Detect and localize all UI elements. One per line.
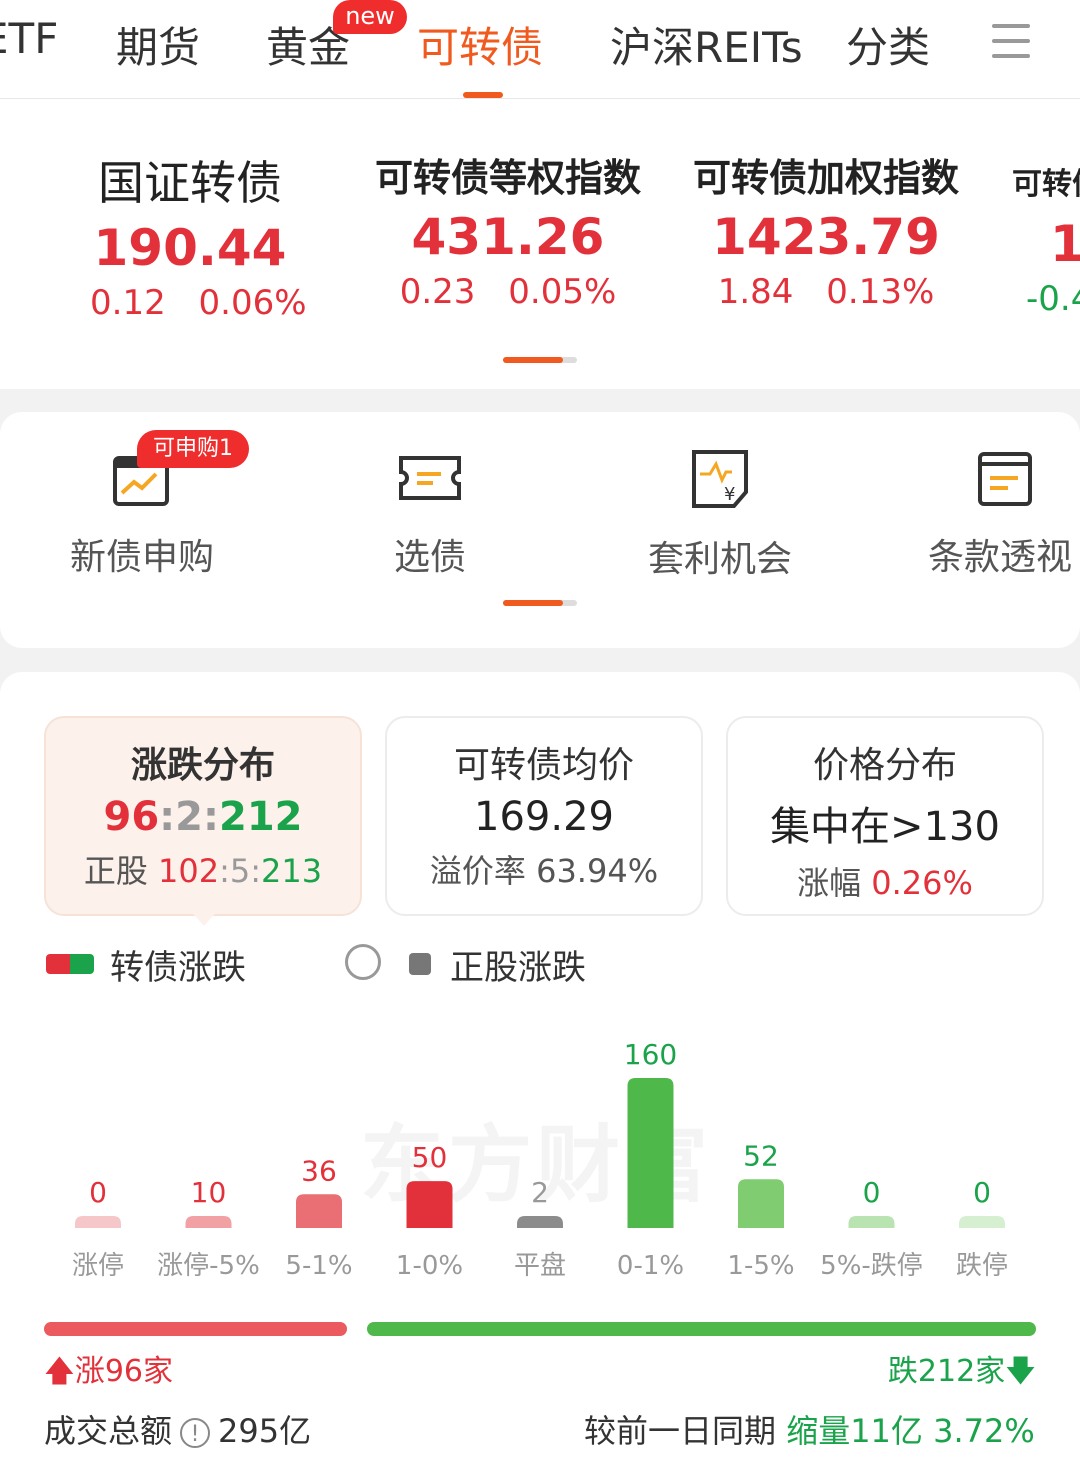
index-item[interactable]: 国证转债 190.44 0.12 0.06% — [90, 147, 307, 323]
category-label: 5%-跌停 — [820, 1251, 923, 1281]
menu-icon[interactable] — [992, 24, 1030, 64]
tool-label: 选债 — [393, 537, 466, 578]
category-label: 5-1% — [285, 1251, 352, 1281]
category-label: 跌停 — [956, 1251, 1008, 1281]
active-stat-pointer — [190, 910, 218, 926]
bar-value-label: 52 — [743, 1139, 779, 1172]
bar-value-label: 0 — [973, 1176, 991, 1209]
tab-futures[interactable]: 期货 — [116, 14, 200, 75]
stat-price-distribution[interactable]: 价格分布 集中在>130 涨幅 0.26% — [726, 716, 1044, 916]
index-value: 1423.79 — [712, 208, 940, 266]
stat-ratio: 96:2:212 — [103, 794, 303, 840]
stock-toggle-radio[interactable] — [345, 944, 381, 980]
distribution-bar-chart: 0 涨停 10 涨停-5% 36 5-1% 50 1-0% 2 平盘 160 0-1% 52 1-5% 0 5… — [72, 1038, 1008, 1281]
bar-5 — [627, 1078, 674, 1228]
index-change: -0.4 — [1026, 279, 1080, 319]
active-tab-indicator — [463, 92, 503, 98]
bar-7 — [848, 1216, 895, 1228]
index-name: 可转债等权指数 — [374, 156, 641, 200]
stat-title: 可转债均价 — [453, 745, 634, 786]
index-name: 可转债 — [1012, 167, 1080, 202]
up-count: 🡅涨96家 — [44, 1354, 174, 1389]
market-tabs: ETF 期货 黄金 new 可转债 沪深REITs 分类 — [0, 0, 1080, 99]
volume-summary: 成交总额! 295亿 — [44, 1412, 312, 1450]
stat-value: 169.29 — [474, 794, 614, 840]
tool-label: 条款透视 — [928, 537, 1073, 578]
bar-value-label: 160 — [624, 1038, 677, 1071]
tab-reits[interactable]: 沪深REITs — [610, 14, 803, 75]
bar-1 — [185, 1216, 232, 1228]
index-change: 1.84 0.13% — [717, 272, 935, 312]
arrow-up-icon: 🡅 — [44, 1354, 75, 1389]
up-ratio-bar — [44, 1322, 347, 1336]
category-label: 平盘 — [514, 1251, 566, 1281]
category-label: 涨停-5% — [157, 1251, 260, 1281]
stat-title: 涨跌分布 — [130, 745, 275, 786]
index-pager — [503, 357, 577, 363]
bar-2 — [296, 1194, 342, 1228]
down-ratio-bar — [367, 1322, 1036, 1336]
apply-badge: 可申购1 — [137, 430, 249, 468]
stat-title: 价格分布 — [812, 745, 957, 786]
index-card: 国证转债 190.44 0.12 0.06% 可转债等权指数 431.26 0.… — [0, 99, 1080, 389]
svg-text:¥: ¥ — [724, 484, 735, 505]
bar-value-label: 10 — [191, 1176, 227, 1209]
stat-stock-ratio: 正股 102:5:213 — [83, 852, 323, 890]
bar-value-label: 0 — [89, 1176, 107, 1209]
tool-clause[interactable]: 条款透视 — [928, 448, 1080, 580]
tool-label: 套利机会 — [647, 539, 792, 580]
index-value: 431.26 — [411, 208, 605, 266]
bar-value-label: 2 — [531, 1176, 549, 1209]
bar-4 — [517, 1216, 563, 1228]
index-name: 可转债加权指数 — [692, 156, 959, 200]
ticket-icon — [399, 456, 461, 500]
index-name: 国证转债 — [98, 156, 282, 210]
index-item[interactable]: 可转债加权指数 1423.79 1.84 0.13% — [690, 147, 962, 312]
arbitrage-icon: ¥ — [692, 450, 748, 508]
stat-premium: 溢价率 63.94% — [429, 852, 659, 890]
tool-label: 新债申购 — [69, 537, 214, 578]
tool-select-bond[interactable]: 选债 — [350, 448, 510, 580]
down-count: 跌212家🡇 — [887, 1354, 1036, 1389]
bar-value-label: 36 — [301, 1154, 337, 1187]
category-label: 0-1% — [617, 1251, 684, 1281]
toggle-bond-change[interactable]: 转债涨跌 — [110, 940, 246, 989]
index-value: 1 — [1050, 215, 1080, 273]
document-icon — [978, 452, 1032, 506]
category-label: 1-5% — [727, 1251, 794, 1281]
stat-distribution[interactable]: 涨跌分布 96:2:212 正股 102:5:213 — [44, 716, 362, 916]
index-item[interactable]: 可转债等权指数 431.26 0.23 0.05% — [372, 147, 644, 312]
tab-convertible-bonds[interactable]: 可转债 — [417, 14, 543, 75]
index-value: 190.44 — [93, 219, 287, 277]
index-change: 0.23 0.05% — [399, 272, 617, 312]
tab-category[interactable]: 分类 — [846, 14, 930, 75]
index-change: 0.12 0.06% — [90, 283, 307, 323]
bar-8 — [959, 1216, 1005, 1228]
volume-compare: 较前一日同期 缩量11亿 3.72% — [584, 1412, 1035, 1450]
stat-avg-price[interactable]: 可转债均价 169.29 溢价率 63.94% — [385, 716, 703, 916]
bar-value-label: 50 — [412, 1141, 448, 1174]
toggle-stock-change[interactable]: 正股涨跌 — [450, 940, 586, 989]
new-badge: new — [333, 0, 407, 34]
tool-arbitrage[interactable]: ¥ 套利机会 — [640, 448, 800, 582]
bar-value-label: 0 — [863, 1176, 881, 1209]
category-label: 1-0% — [396, 1251, 463, 1281]
bar-3 — [406, 1181, 453, 1228]
arrow-down-icon: 🡇 — [1005, 1354, 1036, 1389]
tools-pager — [503, 600, 577, 606]
stat-value: 集中在>130 — [770, 804, 1000, 850]
stock-legend-swatch — [409, 953, 431, 975]
stat-change: 涨幅 0.26% — [797, 864, 973, 902]
index-item[interactable]: 可转债 1 -0.4 — [1012, 147, 1080, 319]
bar-0 — [75, 1216, 121, 1228]
info-icon[interactable]: ! — [180, 1418, 211, 1448]
category-label: 涨停 — [72, 1251, 124, 1281]
tab-etf[interactable]: ETF — [0, 14, 58, 63]
bar-6 — [738, 1179, 784, 1228]
bond-legend-swatch — [46, 954, 94, 974]
